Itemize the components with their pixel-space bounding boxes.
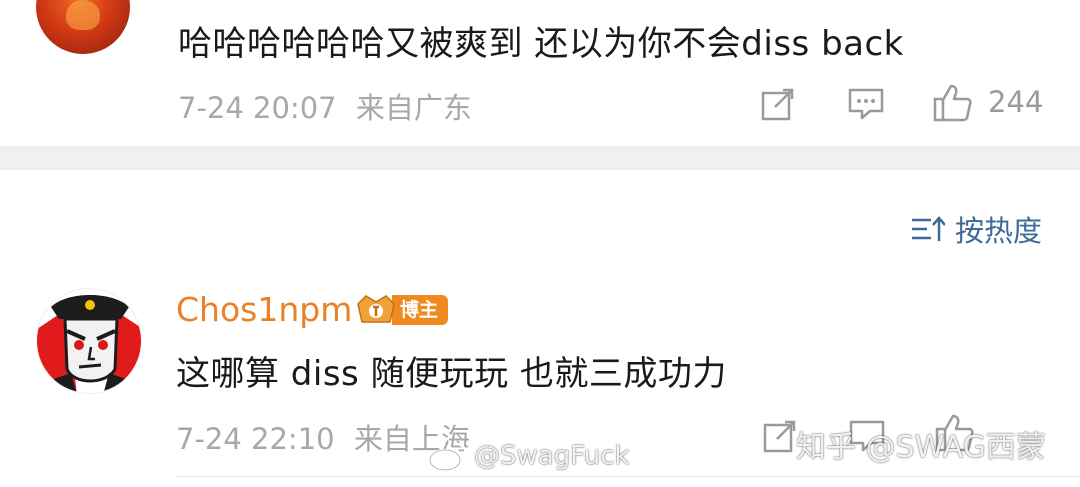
like-button[interactable] <box>932 82 974 124</box>
weibo-watermark: @SwagFuck <box>428 440 630 472</box>
crown-icon <box>354 292 398 328</box>
weibo-watermark-text: @SwagFuck <box>474 441 630 471</box>
thumbs-up-icon <box>933 84 972 122</box>
reply-button[interactable] <box>847 86 885 122</box>
share-button[interactable] <box>760 86 796 122</box>
comment-text: 哈哈哈哈哈哈又被爽到 还以为你不会diss back <box>178 24 904 64</box>
share-button[interactable] <box>762 418 798 454</box>
comment-time: 7-24 22:10 <box>176 422 335 456</box>
weibo-logo-icon <box>428 442 468 472</box>
cartoon-avatar-icon <box>37 289 141 393</box>
comment-meta: 7-24 22:10 来自上海 <box>176 416 470 458</box>
sort-label: 按热度 <box>954 214 1042 248</box>
share-icon <box>761 88 794 121</box>
author-badge: 博主 <box>354 292 449 328</box>
sort-icon <box>911 216 945 241</box>
avatar[interactable] <box>36 288 142 394</box>
comment-icon <box>848 88 884 120</box>
zhihu-watermark: 知乎 @SWAG西蒙 <box>796 430 1046 465</box>
comment-location: 来自广东 <box>355 91 472 125</box>
row-divider <box>176 476 1080 477</box>
comment-text: 这哪算 diss 随便玩玩 也就三成功力 <box>176 354 727 394</box>
like-count: 244 <box>988 85 1044 119</box>
avatar[interactable] <box>36 0 130 54</box>
share-icon <box>763 420 796 453</box>
sort-toggle[interactable]: 按热度 <box>911 208 1042 250</box>
comment-time: 7-24 20:07 <box>178 91 337 125</box>
comment-meta: 7-24 20:07 来自广东 <box>178 85 472 127</box>
section-divider <box>0 146 1080 170</box>
badge-label: 博主 <box>392 295 449 325</box>
username[interactable]: Chos1npm <box>176 290 352 329</box>
